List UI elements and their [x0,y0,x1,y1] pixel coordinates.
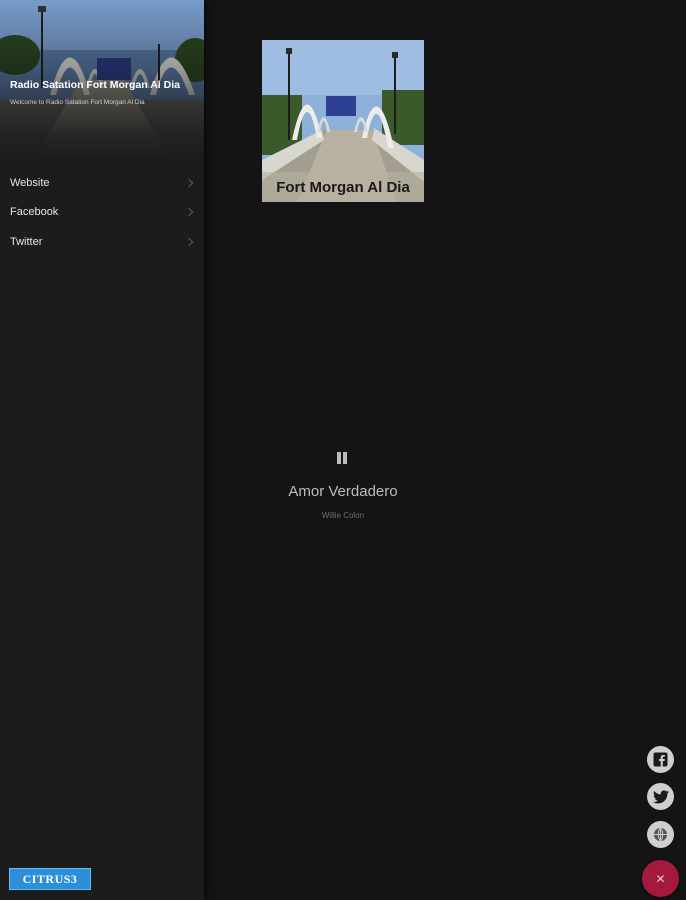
citrus3-badge[interactable]: CITRUS3 [9,868,91,890]
close-icon: ✕ [655,871,666,886]
facebook-icon [653,752,668,767]
drawer-menu: Website Facebook Twitter [0,168,204,257]
chevron-right-icon [184,178,194,187]
menu-item-label: Twitter [10,235,43,248]
menu-item-label: Website [10,176,50,189]
facebook-button[interactable] [647,746,674,773]
drawer-title: Radio Satation Fort Morgan Al Dia [10,79,180,91]
menu-item-label: Facebook [10,206,59,219]
pause-icon [337,452,341,464]
artwork-caption: Fort Morgan Al Dia [276,179,410,196]
drawer-header: Radio Satation Fort Morgan Al Dia Welcom… [0,0,204,160]
chevron-right-icon [184,237,194,246]
twitter-icon [652,789,669,803]
app-root: Radio Satation Fort Morgan Al Dia Welcom… [0,0,686,900]
navigation-drawer: Radio Satation Fort Morgan Al Dia Welcom… [0,0,204,900]
menu-item-facebook[interactable]: Facebook [0,198,204,228]
twitter-button[interactable] [647,783,674,810]
drawer-subtitle: Welcome to Radio Satation Fort Morgan Al… [10,99,145,106]
album-artwork: Fort Morgan Al Dia [262,40,424,202]
globe-icon [653,827,668,842]
song-title: Amor Verdadero [288,483,398,500]
album-artwork-image: Fort Morgan Al Dia [262,40,424,202]
close-fab-button[interactable]: ✕ [642,860,679,897]
chevron-right-icon [184,208,194,217]
pause-button[interactable] [333,449,351,467]
menu-item-website[interactable]: Website [0,168,204,198]
website-button[interactable] [647,821,674,848]
menu-item-twitter[interactable]: Twitter [0,227,204,257]
song-artist: Willie Colon [321,511,365,520]
pause-icon-bar [343,452,347,464]
